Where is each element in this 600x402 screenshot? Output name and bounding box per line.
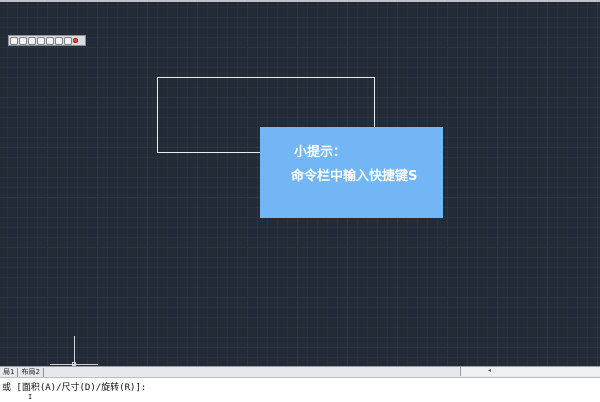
close-icon[interactable] bbox=[73, 38, 78, 43]
floating-zoom-toolbar bbox=[8, 35, 86, 46]
zoom-extents-icon[interactable] bbox=[37, 36, 45, 45]
zoom-in-icon[interactable] bbox=[19, 36, 27, 45]
command-input-cursor[interactable]: I bbox=[28, 393, 32, 401]
ucs-y-axis bbox=[74, 336, 75, 365]
zoom-window-icon[interactable] bbox=[10, 36, 18, 45]
command-line[interactable]: 或 [面积(A)/尺寸(D)/旋转(R)]: I bbox=[0, 377, 600, 402]
orbit-icon[interactable] bbox=[64, 36, 72, 45]
zoom-previous-icon[interactable] bbox=[46, 36, 54, 45]
tip-overlay: 小提示： 命令栏中输入快捷键S bbox=[260, 127, 443, 218]
window-top-edge bbox=[0, 0, 600, 2]
pan-icon[interactable] bbox=[55, 36, 63, 45]
zoom-out-icon[interactable] bbox=[28, 36, 36, 45]
horizontal-scrollbar[interactable] bbox=[460, 367, 600, 376]
tip-text: 命令栏中输入快捷键S bbox=[291, 169, 418, 184]
tip-title: 小提示： bbox=[294, 145, 347, 160]
drawing-canvas[interactable]: 小提示： 命令栏中输入快捷键S bbox=[0, 0, 600, 366]
tab-layout2[interactable]: 布局2 bbox=[18, 367, 44, 377]
scroll-left-arrow-icon[interactable]: ◂ bbox=[488, 366, 491, 376]
layout-tab-bar: 局1 布局2 bbox=[0, 366, 600, 377]
tab-layout1[interactable]: 局1 bbox=[0, 367, 19, 377]
command-prompt-text: 或 [面积(A)/尺寸(D)/旋转(R)]: bbox=[2, 383, 147, 393]
